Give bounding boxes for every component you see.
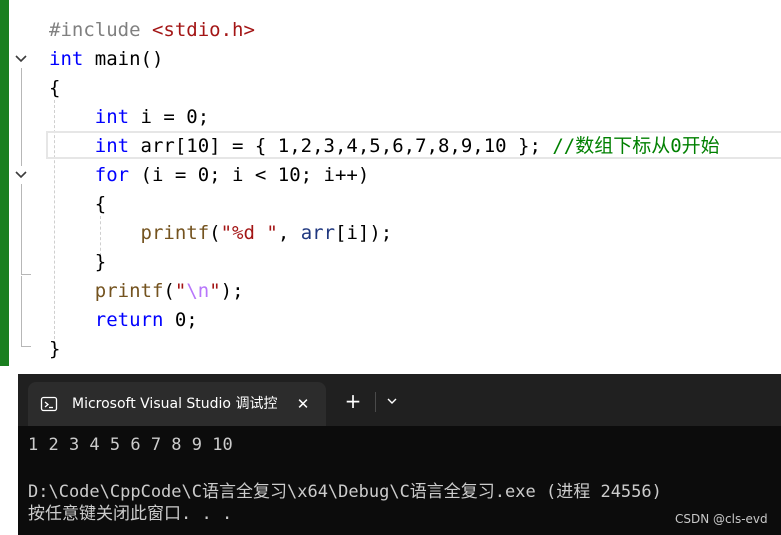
code-token: { [49, 193, 107, 215]
code-line[interactable]: for (i = 0; i < 10; i++) [49, 161, 370, 190]
code-token: printf [94, 280, 164, 302]
close-tab-icon[interactable]: ✕ [293, 394, 313, 414]
code-token: } [49, 338, 61, 360]
code-editor[interactable]: #include <stdio.h> int main(){ int i = 0;… [0, 0, 781, 366]
code-token: "%d " [220, 222, 278, 244]
code-line[interactable]: printf("\n"); [49, 277, 244, 306]
code-token: , [277, 222, 301, 244]
code-line[interactable]: { [49, 74, 60, 103]
outline-line [21, 184, 22, 274]
code-line[interactable]: int main() [49, 45, 163, 74]
code-token: //数组下标从0开始 [552, 135, 720, 157]
code-token: return [94, 309, 164, 331]
csdn-watermark: CSDN @cls-evd [675, 512, 768, 526]
code-token: " [209, 280, 221, 302]
code-line[interactable]: int i = 0; [49, 103, 209, 132]
outline-end [21, 346, 31, 347]
console-output-numbers: 1 2 3 4 5 6 7 8 9 10 [28, 435, 233, 455]
code-token: ); [220, 280, 244, 302]
code-token: arr[10] = { 1,2,3,4,5,6,7,8,9,10 }; [129, 135, 553, 157]
code-token: } [49, 251, 107, 273]
code-token: { [49, 77, 61, 99]
console-prompt-message: 按任意键关闭此窗口. . . [28, 504, 233, 524]
code-token: " [174, 280, 187, 302]
code-token: (i = 0; i < 10; i++) [129, 164, 370, 186]
code-line[interactable]: int arr[10] = { 1,2,3,4,5,6,7,8,9,10 }; … [49, 132, 720, 161]
code-token: int [94, 106, 130, 128]
code-token: int [49, 48, 84, 70]
outline-line [21, 68, 22, 166]
code-token: 0; [163, 309, 198, 331]
code-token: <stdio.h> [151, 19, 255, 41]
code-token: \n [186, 280, 210, 302]
code-token: #include [49, 19, 152, 41]
code-token: for [94, 164, 130, 186]
outline-line [21, 276, 22, 346]
code-token: main() [83, 48, 164, 70]
collapse-main-icon[interactable] [14, 52, 28, 66]
code-token: arr [300, 222, 336, 244]
outline-end [21, 274, 31, 275]
chevron-down-icon[interactable] [381, 390, 403, 412]
collapse-for-icon[interactable] [14, 168, 28, 182]
tab-title: Microsoft Visual Studio 调试控制台 [72, 396, 278, 412]
code-line[interactable]: } [49, 248, 106, 277]
terminal-icon [40, 395, 58, 413]
code-token: ( [209, 222, 221, 244]
code-line[interactable]: printf("%d ", arr[i]); [49, 219, 393, 248]
code-token: printf [140, 222, 210, 244]
console-tab[interactable]: Microsoft Visual Studio 调试控制台 ✕ [28, 382, 326, 426]
code-line[interactable]: } [49, 335, 60, 364]
console-titlebar: Microsoft Visual Studio 调试控制台 ✕ + [18, 374, 781, 426]
titlebar-divider [375, 392, 376, 412]
code-token: i = 0; [129, 106, 210, 128]
console-window[interactable]: Microsoft Visual Studio 调试控制台 ✕ + 1 2 3 … [18, 374, 781, 535]
code-line[interactable]: { [49, 190, 106, 219]
new-tab-icon[interactable]: + [342, 390, 364, 412]
code-line[interactable]: return 0; [49, 306, 198, 335]
code-line[interactable]: #include <stdio.h> [49, 16, 255, 45]
code-token: ( [163, 280, 175, 302]
code-token: [i]); [335, 222, 393, 244]
change-tracking-bar [0, 0, 9, 366]
console-exit-message: D:\Code\CppCode\C语言全复习\x64\Debug\C语言全复习.… [28, 482, 662, 502]
code-token: int [94, 135, 130, 157]
